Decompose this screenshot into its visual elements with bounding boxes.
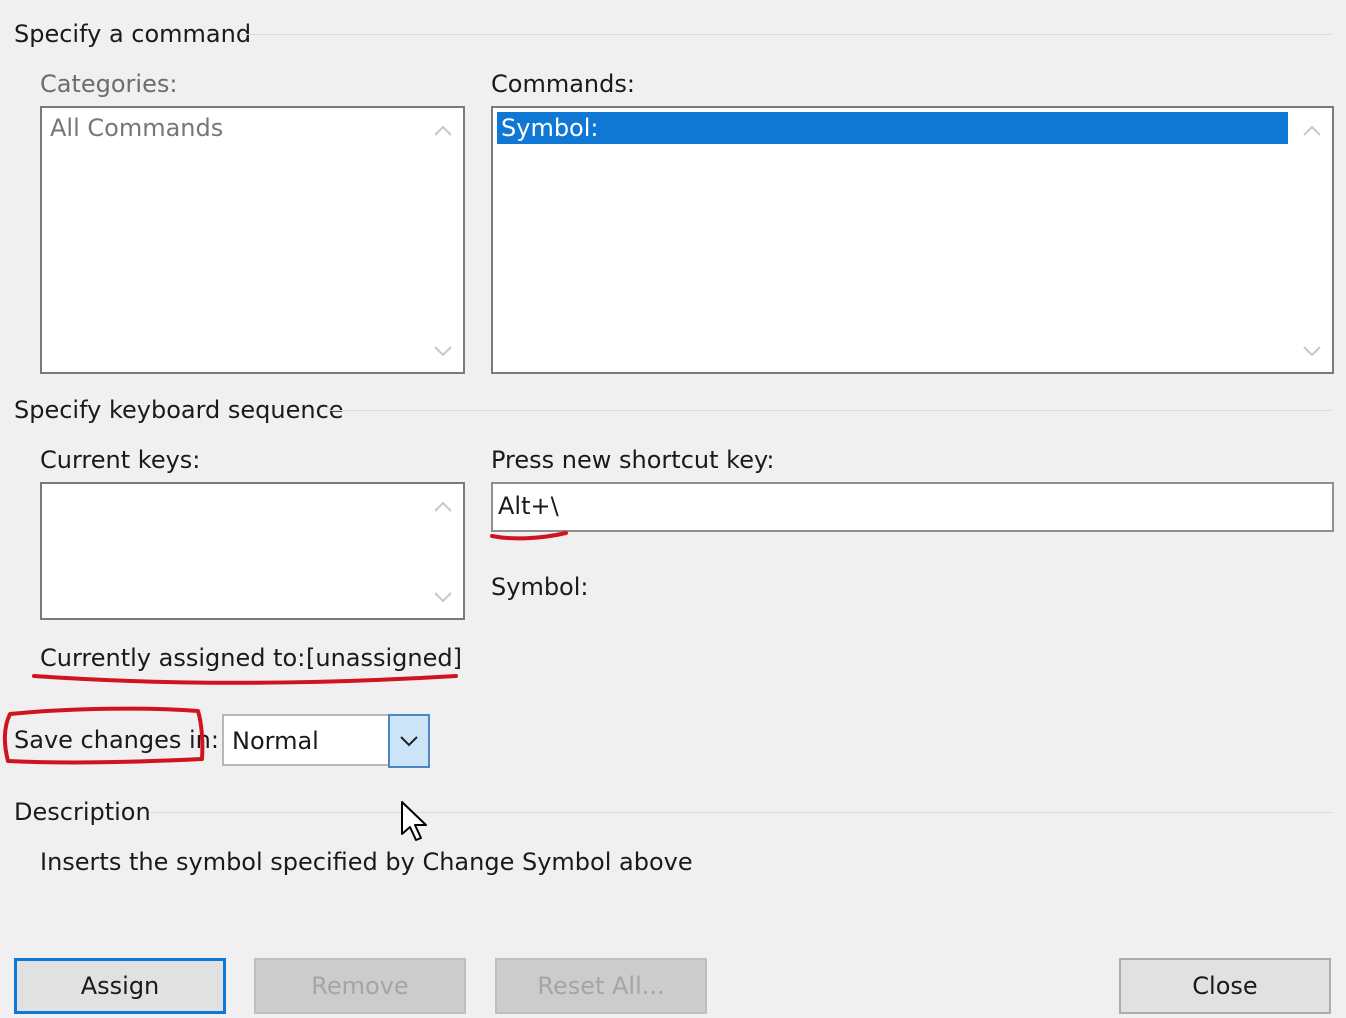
save-changes-select[interactable]: Normal bbox=[222, 714, 430, 768]
chevron-down-icon[interactable] bbox=[423, 336, 463, 366]
new-shortcut-input[interactable]: Alt+\ bbox=[491, 482, 1334, 532]
scrollbar[interactable] bbox=[423, 484, 463, 618]
reset-all-button-label: Reset All... bbox=[537, 972, 665, 1000]
remove-button[interactable]: Remove bbox=[254, 958, 466, 1014]
section-title-description: Description bbox=[14, 798, 151, 826]
new-shortcut-label: Press new shortcut key: bbox=[491, 446, 775, 474]
reset-all-button[interactable]: Reset All... bbox=[495, 958, 707, 1014]
list-item[interactable]: All Commands bbox=[46, 112, 419, 144]
scrollbar[interactable] bbox=[1292, 108, 1332, 372]
chevron-down-icon[interactable] bbox=[423, 582, 463, 612]
scrollbar[interactable] bbox=[423, 108, 463, 372]
close-button[interactable]: Close bbox=[1119, 958, 1331, 1014]
commands-label: Commands: bbox=[491, 70, 635, 98]
commands-listbox[interactable]: Symbol: bbox=[491, 106, 1334, 374]
symbol-label: Symbol: bbox=[491, 573, 589, 601]
section-title-specify-command: Specify a command bbox=[14, 20, 252, 48]
section-divider bbox=[240, 34, 1332, 35]
description-text: Inserts the symbol specified by Change S… bbox=[40, 848, 693, 876]
chevron-up-icon[interactable] bbox=[1292, 116, 1332, 146]
assign-button-label: Assign bbox=[80, 972, 160, 1000]
list-item-selected[interactable]: Symbol: bbox=[497, 112, 1288, 144]
close-button-label: Close bbox=[1192, 972, 1258, 1000]
current-keys-listbox[interactable] bbox=[40, 482, 465, 620]
chevron-down-icon[interactable] bbox=[388, 714, 430, 768]
currently-assigned-label: Currently assigned to: bbox=[40, 644, 306, 672]
save-changes-value: Normal bbox=[232, 727, 319, 755]
save-changes-label: Save changes in: bbox=[14, 726, 219, 754]
current-keys-label: Current keys: bbox=[40, 446, 201, 474]
section-divider bbox=[326, 410, 1332, 411]
currently-assigned-value: [unassigned] bbox=[306, 644, 462, 672]
mouse-pointer-icon bbox=[400, 800, 430, 848]
categories-label: Categories: bbox=[40, 70, 178, 98]
chevron-down-icon[interactable] bbox=[1292, 336, 1332, 366]
remove-button-label: Remove bbox=[311, 972, 409, 1000]
section-divider bbox=[150, 812, 1332, 813]
assign-button[interactable]: Assign bbox=[14, 958, 226, 1014]
chevron-up-icon[interactable] bbox=[423, 116, 463, 146]
chevron-up-icon[interactable] bbox=[423, 492, 463, 522]
categories-listbox[interactable]: All Commands bbox=[40, 106, 465, 374]
section-title-keyboard-sequence: Specify keyboard sequence bbox=[14, 396, 344, 424]
